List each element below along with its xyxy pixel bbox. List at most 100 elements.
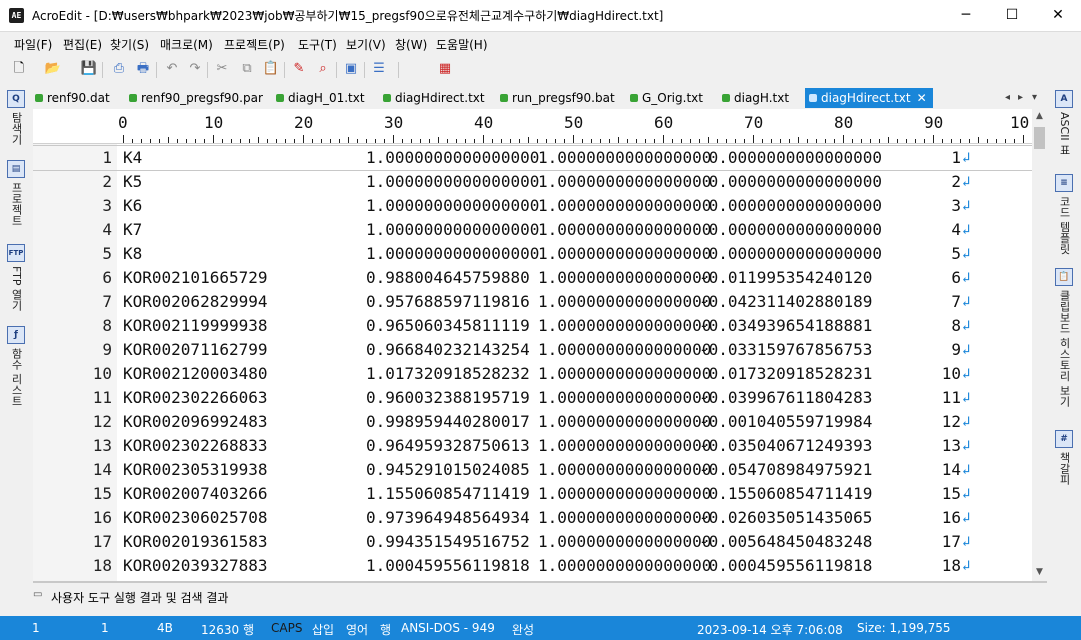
text-line[interactable]: 8 KOR002119999938 0.965060345811119 1.00000… <box>33 314 1034 338</box>
line-number: 6 <box>102 268 112 287</box>
title-bar: AE AcroEdit - [D:₩users₩bhpark₩2023₩job₩… <box>0 0 1081 32</box>
side-tab-explorer[interactable]: Q 탐색기 <box>0 90 32 145</box>
side-tab-clipboard-history[interactable]: 📋 클립보드 히스토리 보기 <box>1048 268 1080 407</box>
line-id: KOR002120003480 <box>123 364 268 383</box>
text-editor[interactable]: 1 K4 1.0000000000000000 1.0000000000000000 … <box>33 144 1034 581</box>
tab-diagh-txt[interactable]: diagH.txt <box>722 88 789 108</box>
text-line[interactable]: 15 KOR002007403266 1.155060854711419 1.0000… <box>33 482 1034 506</box>
text-line[interactable]: 11 KOR002302266063 0.960032388195719 1.0000… <box>33 386 1034 410</box>
text-line[interactable]: 12 KOR002096992483 0.998959440280017 1.0000… <box>33 410 1034 434</box>
menu-find[interactable]: 찾기(S) <box>110 36 149 53</box>
eol-marker-icon: ↲ <box>962 318 971 334</box>
panel-splitter[interactable] <box>33 581 1047 583</box>
line-value-c: -0.026035051435065 <box>699 508 873 527</box>
line-index: 7 <box>951 292 961 311</box>
side-tab-ftp[interactable]: FTP FTP 열기 <box>0 244 32 311</box>
side-tab-function-list[interactable]: ƒ 함수 리스트 <box>0 326 32 407</box>
scroll-up-icon[interactable]: ▲ <box>1032 111 1047 121</box>
paste-icon[interactable]: 📋 <box>262 60 280 78</box>
open-folder-icon[interactable]: 📂 <box>44 60 62 78</box>
tab-diagh-01-txt[interactable]: diagH_01.txt <box>276 88 365 108</box>
tab-renf90-dat[interactable]: renf90.dat <box>35 88 110 108</box>
tab-run-pregsf90-bat[interactable]: run_pregsf90.bat <box>500 88 615 108</box>
side-tab-ascii[interactable]: A ASCII 표 <box>1048 90 1080 155</box>
close-button[interactable]: ✕ <box>1035 0 1081 31</box>
text-line[interactable]: 13 KOR002302268833 0.964959328750613 1.0000… <box>33 434 1034 458</box>
text-line[interactable]: 2 K5 1.0000000000000000 1.0000000000000000 … <box>33 170 1034 194</box>
menu-tools[interactable]: 도구(T) <box>298 36 337 53</box>
line-index: 11 <box>941 388 961 407</box>
tab-diaghdirect-txt-active[interactable]: diagHdirect.txt ✕ <box>805 88 933 108</box>
list-icon[interactable]: ☰ <box>370 60 388 78</box>
tab-renf90-pregsf90-par[interactable]: renf90_pregsf90.par <box>129 88 263 108</box>
scrollbar-thumb[interactable] <box>1034 127 1045 149</box>
tab-scroll-right-icon[interactable]: ▸ <box>1018 88 1023 108</box>
menu-edit[interactable]: 편집(E) <box>63 36 102 53</box>
tab-close-icon[interactable]: ✕ <box>917 91 927 105</box>
scroll-down-icon[interactable]: ▼ <box>1032 567 1047 577</box>
status-bytes: 4B <box>157 621 173 635</box>
side-tab-code-template[interactable]: ≡ 코드 템플릿 <box>1048 174 1080 255</box>
side-tab-label: 탐색기 <box>10 112 23 145</box>
line-id: KOR002119999938 <box>123 316 268 335</box>
status-file-size: Size: 1,199,755 <box>857 621 951 635</box>
new-file-icon[interactable]: 🗋 <box>10 60 28 78</box>
status-caps: CAPS <box>271 621 303 635</box>
cut-icon[interactable]: ✂ <box>213 60 231 78</box>
toolbar: 🗋 📂 💾 ⎙ 🖶 ↶ ↷ ✂ ⧉ 📋 ✎ ⌕ ▣ ☰ ▦ <box>0 55 1081 85</box>
line-value-b: 1.0000000000000000 <box>538 556 712 575</box>
text-line[interactable]: 5 K8 1.0000000000000000 1.0000000000000000 … <box>33 242 1034 266</box>
find-icon[interactable]: ⌕ <box>314 60 332 78</box>
text-line[interactable]: 6 KOR002101665729 0.988004645759880 1.00000… <box>33 266 1034 290</box>
tab-g-orig-txt[interactable]: G_Orig.txt <box>630 88 703 108</box>
text-line[interactable]: 14 KOR002305319938 0.945291015024085 1.0000… <box>33 458 1034 482</box>
status-encoding[interactable]: ANSI-DOS - 949 <box>401 621 495 635</box>
print-preview-icon[interactable]: ⎙ <box>110 60 128 78</box>
line-value-c: 0.155060854711419 <box>699 484 873 503</box>
window-icon[interactable]: ▣ <box>342 60 360 78</box>
menu-view[interactable]: 보기(V) <box>346 36 386 53</box>
side-tab-project[interactable]: ▤ 프로젝트 <box>0 160 32 226</box>
maximize-button[interactable]: ☐ <box>989 0 1035 31</box>
menu-help[interactable]: 도움말(H) <box>436 36 488 53</box>
line-value-c: 0.0000000000000000 <box>699 220 883 239</box>
undo-icon[interactable]: ↶ <box>163 60 181 78</box>
text-line[interactable]: 4 K7 1.0000000000000000 1.0000000000000000 … <box>33 218 1034 242</box>
output-pane-bar: ▭ 사용자 도구 실행 결과 및 검색 결과 <box>33 584 1047 614</box>
tab-label: diagHdirect.txt <box>395 91 485 105</box>
menu-file[interactable]: 파일(F) <box>14 36 52 53</box>
menu-project[interactable]: 프로젝트(P) <box>224 36 285 53</box>
ruler-label: 90 <box>924 113 944 132</box>
status-insert-mode[interactable]: 삽입 <box>312 621 334 638</box>
minimize-button[interactable]: ─ <box>943 0 989 31</box>
ruler-label: 40 <box>474 113 494 132</box>
tab-scroll-left-icon[interactable]: ◂ <box>1005 88 1010 108</box>
menu-macro[interactable]: 매크로(M) <box>160 36 213 53</box>
text-line[interactable]: 17 KOR002019361583 0.994351549516752 1.0000… <box>33 530 1034 554</box>
text-line[interactable]: 3 K6 1.0000000000000000 1.0000000000000000 … <box>33 194 1034 218</box>
ruler-label: 0 <box>118 113 128 132</box>
line-number: 12 <box>92 412 112 431</box>
calendar-icon[interactable]: ▦ <box>436 60 454 78</box>
text-line[interactable]: 10 KOR002120003480 1.017320918528232 1.0000… <box>33 362 1034 386</box>
side-tab-bookmark[interactable]: # 책갈피 <box>1048 430 1080 485</box>
text-line[interactable]: 1 K4 1.0000000000000000 1.0000000000000000 … <box>33 145 1034 171</box>
line-index: 1 <box>951 148 961 167</box>
text-line[interactable]: 9 KOR002071162799 0.966840232143254 1.00000… <box>33 338 1034 362</box>
text-line[interactable]: 16 KOR002306025708 0.973964948564934 1.0000… <box>33 506 1034 530</box>
save-icon[interactable]: 💾 <box>80 60 98 78</box>
copy-icon[interactable]: ⧉ <box>238 60 256 78</box>
status-input-language: 영어 <box>346 623 369 637</box>
text-line[interactable]: 18 KOR002039327883 1.000459556119818 1.0000… <box>33 554 1034 578</box>
file-status-icon <box>276 94 284 102</box>
output-tab-label[interactable]: 사용자 도구 실행 결과 및 검색 결과 <box>51 589 228 606</box>
tab-list-dropdown-icon[interactable]: ▾ <box>1032 88 1037 108</box>
redo-icon[interactable]: ↷ <box>186 60 204 78</box>
line-index: 5 <box>951 244 961 263</box>
print-icon[interactable]: 🖶 <box>134 60 152 78</box>
highlight-icon[interactable]: ✎ <box>290 60 308 78</box>
text-line[interactable]: 7 KOR002062829994 0.957688597119816 1.00000… <box>33 290 1034 314</box>
vertical-scrollbar[interactable]: ▲ ▼ <box>1032 109 1047 581</box>
menu-window[interactable]: 창(W) <box>395 36 427 53</box>
tab-diaghdirect-txt[interactable]: diagHdirect.txt <box>383 88 485 108</box>
